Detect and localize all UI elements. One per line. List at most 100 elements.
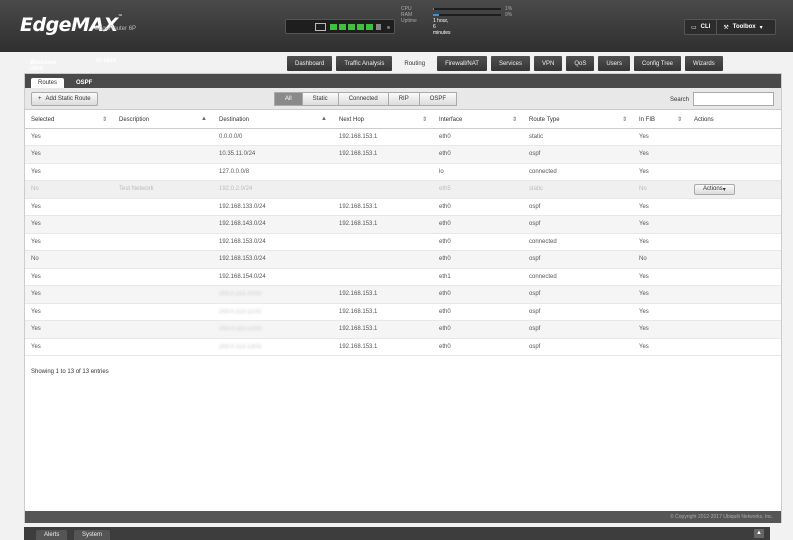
- filter-connected[interactable]: Connected: [337, 92, 389, 106]
- cell-text: Test Network: [119, 186, 154, 193]
- cell-text: 192.168.153.1: [339, 221, 378, 228]
- bottom-bar: Alerts System ▲: [24, 527, 770, 540]
- plus-icon: +: [38, 96, 42, 102]
- filter-all[interactable]: All: [274, 92, 303, 106]
- column-header-description[interactable]: Description ▲: [113, 112, 213, 129]
- nav-tab-vpn[interactable]: VPN: [533, 56, 563, 71]
- column-header-selected[interactable]: Selected ⇕: [25, 112, 113, 129]
- cell-interface: eth1: [433, 268, 523, 286]
- cell-description: [113, 250, 213, 269]
- tab-ospf[interactable]: OSPF: [69, 78, 99, 88]
- toolbox-button[interactable]: ⚒ Toolbox ▾: [717, 20, 768, 34]
- cell-actions: [688, 285, 781, 304]
- cell-actions: [688, 145, 781, 164]
- cell-selected: Yes: [25, 215, 113, 234]
- cell-text: 203.0.113.12/32: [219, 326, 262, 333]
- cell-description: [113, 303, 213, 321]
- table-row[interactable]: Yes 192.168.154.0/24 eth1 connected Yes: [25, 268, 781, 286]
- nav-tab-services[interactable]: Services: [490, 56, 530, 71]
- filter-rip[interactable]: RIP: [387, 92, 420, 106]
- cell-text: eth1: [439, 273, 451, 280]
- routes-table: Selected ⇕ Description ▲ Destination ▲ Next Ho…: [25, 112, 781, 356]
- table-row[interactable]: Yes 192.168.153.0/24 eth0 connected Yes: [25, 233, 781, 251]
- cell-text: connected: [529, 273, 557, 280]
- port-icon: [376, 24, 381, 30]
- cell-text: Yes: [31, 326, 41, 333]
- cell-text: Yes: [639, 203, 649, 210]
- nav-tab-routing[interactable]: Routing: [396, 56, 434, 71]
- column-header-in-fib[interactable]: In FIB ⇕: [633, 112, 688, 129]
- cell-interface: eth0: [433, 128, 523, 146]
- nav-tab-qos[interactable]: QoS: [566, 56, 595, 71]
- cell-next-hop: 192.168.153.1: [333, 128, 433, 146]
- cell-text: Yes: [31, 168, 41, 175]
- sort-icon: ▲: [201, 116, 207, 122]
- filter-static[interactable]: Static: [301, 92, 339, 106]
- chevron-up-icon[interactable]: ▲: [754, 529, 764, 538]
- cell-text: ospf: [529, 343, 541, 350]
- chevron-down-icon: ▾: [30, 61, 34, 67]
- table-row[interactable]: No 192.168.153.0/24 eth0 ospf No: [25, 250, 781, 269]
- cell-selected: Yes: [25, 338, 113, 356]
- table-row[interactable]: Yes 0.0.0.0/0 192.168.153.1 eth0 static Yes: [25, 128, 781, 146]
- tab-system[interactable]: System: [74, 530, 111, 540]
- tab-routes[interactable]: Routes: [31, 78, 65, 88]
- cell-in-fib: Yes: [633, 268, 688, 286]
- table-row[interactable]: No Test Network 192.0.2.0/24 eth5 static No Ac…: [25, 180, 781, 199]
- cell-actions: [688, 320, 781, 339]
- add-static-route-button[interactable]: + Add Static Route: [31, 92, 98, 106]
- toolbar: + Add Static Route All Static Connected …: [25, 88, 781, 110]
- cell-selected: Yes: [25, 303, 113, 321]
- column-header-destination[interactable]: Destination ▲: [213, 112, 333, 129]
- cell-in-fib: Yes: [633, 145, 688, 164]
- cell-text: 192.168.153.1: [339, 291, 378, 298]
- cell-route-type: connected: [523, 233, 633, 251]
- table-summary: Showing 1 to 13 of 13 entries: [31, 369, 109, 375]
- table-row[interactable]: Yes 192.168.143.0/24 192.168.153.1 eth0 ospf…: [25, 215, 781, 234]
- cell-selected: Yes: [25, 163, 113, 181]
- cell-route-type: static: [523, 128, 633, 146]
- table-row[interactable]: Yes 203.0.113.11/32 192.168.153.1 eth0 ospf Y…: [25, 303, 781, 321]
- cell-selected: Yes: [25, 285, 113, 304]
- port-icon: [330, 24, 337, 30]
- nav-tab-traffic-analysis[interactable]: Traffic Analysis: [336, 56, 393, 71]
- cell-text: eth0: [439, 221, 451, 228]
- cpu-bar: [433, 8, 501, 10]
- row-actions-button[interactable]: Actions ▾: [694, 183, 735, 195]
- nav-tab-dashboard[interactable]: Dashboard: [287, 56, 333, 71]
- table-row[interactable]: Yes 127.0.0.0/8 lo connected Yes: [25, 163, 781, 181]
- column-header-interface[interactable]: Interface ⇕: [433, 112, 523, 129]
- table-row[interactable]: Yes 203.0.113.10/32 192.168.153.1 eth0 ospf Y…: [25, 285, 781, 304]
- cell-text: 192.168.153.1: [339, 343, 378, 350]
- cell-next-hop: 192.168.153.1: [333, 320, 433, 339]
- cell-text: No: [639, 186, 647, 193]
- table-row[interactable]: Yes 192.168.133.0/24 192.168.153.1 eth0 ospf…: [25, 198, 781, 216]
- nav-tab-users[interactable]: Users: [598, 56, 630, 71]
- cell-actions: [688, 198, 781, 216]
- table-row[interactable]: Yes 10.35.11.0/24 192.168.153.1 eth0 ospf Yes: [25, 145, 781, 164]
- cli-button[interactable]: ▭ CLI: [685, 20, 718, 34]
- cell-text: Yes: [31, 238, 41, 245]
- filter-ospf[interactable]: OSPF: [418, 92, 458, 106]
- cell-destination: 10.35.11.0/24: [213, 145, 333, 164]
- cell-text: Yes: [639, 133, 649, 140]
- cell-destination: 203.0.113.13/32: [213, 338, 333, 356]
- search-input[interactable]: [693, 92, 774, 106]
- table-row[interactable]: Yes 203.0.113.13/32 192.168.153.1 eth0 ospf Y…: [25, 338, 781, 356]
- cell-selected: Yes: [25, 320, 113, 339]
- cell-destination: 127.0.0.0/8: [213, 163, 333, 181]
- cell-text: No: [31, 256, 39, 263]
- nav-tab-config-tree[interactable]: Config Tree: [634, 56, 682, 71]
- tab-alerts[interactable]: Alerts: [36, 530, 68, 540]
- nav-tab-wizards[interactable]: Wizards: [685, 56, 723, 71]
- terminal-icon: ▭: [691, 24, 697, 31]
- toolbox-label: Toolbox: [732, 24, 756, 30]
- nav-tab-firewall-nat[interactable]: Firewall/NAT: [437, 56, 487, 71]
- column-header-route-type[interactable]: Route Type ⇕: [523, 112, 633, 129]
- cell-destination: 203.0.113.11/32: [213, 303, 333, 321]
- table-row[interactable]: Yes 203.0.113.12/32 192.168.153.1 eth0 ospf Y…: [25, 320, 781, 339]
- cell-text: 192.168.154.0/24: [219, 273, 266, 280]
- column-header-next-hop[interactable]: Next Hop ⇕: [333, 112, 433, 129]
- cell-in-fib: Yes: [633, 163, 688, 181]
- cell-text: 192.168.153.0/24: [219, 238, 266, 245]
